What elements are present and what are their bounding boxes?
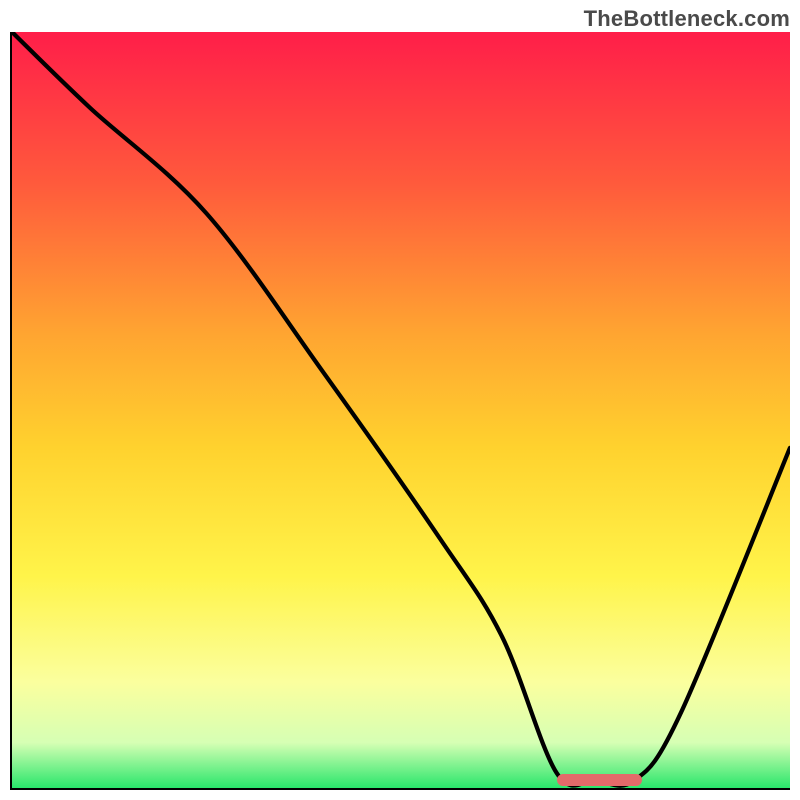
optimal-range-marker <box>557 774 643 786</box>
bottleneck-curve <box>12 32 790 788</box>
curve-path <box>12 32 790 786</box>
watermark-text: TheBottleneck.com <box>584 6 790 32</box>
chart-frame: TheBottleneck.com <box>0 0 800 800</box>
plot-area <box>10 32 790 790</box>
